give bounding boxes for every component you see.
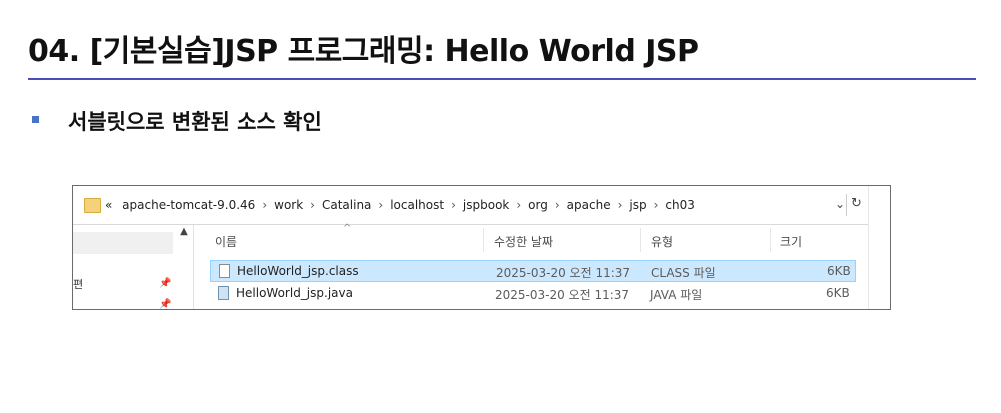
bullet-icon	[32, 116, 39, 123]
breadcrumb-separator-icon[interactable]: ›	[548, 198, 567, 212]
column-header-modified[interactable]: 수정한 날짜	[494, 233, 553, 250]
title-rule	[28, 78, 976, 80]
pin-icon[interactable]: 📌	[159, 278, 171, 289]
navigation-pane: 편 📌 📌	[73, 225, 173, 309]
breadcrumb-separator-icon[interactable]: ›	[647, 198, 666, 212]
file-row[interactable]: HelloWorld_jsp.java 2025-03-20 오전 11:37 …	[210, 283, 856, 305]
address-path[interactable]: « apache-tomcat-9.0.46 › work › Catalina › loc…	[105, 198, 695, 212]
breadcrumb-jsp[interactable]: jsp	[629, 198, 646, 212]
file-size: 6KB	[826, 286, 850, 300]
overflow-chevron-icon[interactable]: «	[105, 198, 112, 212]
scroll-up-icon[interactable]: ▲	[177, 225, 191, 239]
breadcrumb-catalina[interactable]: Catalina	[322, 198, 371, 212]
breadcrumb-ch03[interactable]: ch03	[665, 198, 694, 212]
file-name: HelloWorld_jsp.java	[236, 286, 353, 300]
breadcrumb-org[interactable]: org	[528, 198, 548, 212]
breadcrumb-work[interactable]: work	[274, 198, 303, 212]
breadcrumb-apache-tomcat[interactable]: apache-tomcat-9.0.46	[122, 198, 255, 212]
folder-icon	[84, 198, 101, 213]
address-divider	[846, 194, 847, 216]
file-icon	[219, 264, 230, 278]
breadcrumb-separator-icon[interactable]: ›	[611, 198, 630, 212]
breadcrumb-apache[interactable]: apache	[567, 198, 611, 212]
refresh-icon[interactable]: ↻	[851, 196, 862, 211]
breadcrumb-separator-icon[interactable]: ›	[371, 198, 390, 212]
column-header-name[interactable]: 이름	[215, 233, 237, 250]
nav-item-highlight[interactable]	[73, 232, 173, 254]
column-separator[interactable]	[770, 228, 771, 252]
slide-subtitle: 서블릿으로 변환된 소스 확인	[68, 110, 322, 134]
breadcrumb-separator-icon[interactable]: ›	[444, 198, 463, 212]
column-separator[interactable]	[640, 228, 641, 252]
sort-ascending-icon: ^	[343, 223, 352, 234]
file-type: JAVA 파일	[650, 288, 703, 302]
breadcrumb-separator-icon[interactable]: ›	[303, 198, 322, 212]
window-edge	[868, 186, 869, 309]
file-type: CLASS 파일	[651, 266, 716, 280]
file-explorer-window: « apache-tomcat-9.0.46 › work › Catalina › loc…	[72, 185, 891, 310]
java-file-icon	[218, 286, 229, 300]
nav-item-partial-label[interactable]: 편	[73, 276, 83, 292]
address-dropdown-icon[interactable]: ⌄	[835, 197, 845, 211]
slide-title: 04. [기본실습]JSP 프로그래밍: Hello World JSP	[28, 34, 699, 69]
file-name: HelloWorld_jsp.class	[237, 264, 359, 278]
file-modified: 2025-03-20 오전 11:37	[495, 288, 630, 302]
column-header-type[interactable]: 유형	[651, 233, 673, 250]
breadcrumb-localhost[interactable]: localhost	[390, 198, 444, 212]
address-bar[interactable]: « apache-tomcat-9.0.46 › work › Catalina › loc…	[73, 186, 868, 225]
file-row[interactable]: HelloWorld_jsp.class 2025-03-20 오전 11:37…	[210, 260, 856, 282]
breadcrumb-jspbook[interactable]: jspbook	[463, 198, 509, 212]
pin-icon[interactable]: 📌	[159, 299, 171, 309]
breadcrumb-separator-icon[interactable]: ›	[255, 198, 274, 212]
column-separator[interactable]	[483, 228, 484, 252]
file-modified: 2025-03-20 오전 11:37	[496, 266, 631, 280]
breadcrumb-separator-icon[interactable]: ›	[509, 198, 528, 212]
pane-divider[interactable]	[193, 225, 194, 309]
file-size: 6KB	[827, 264, 851, 278]
column-header-size[interactable]: 크기	[780, 233, 802, 250]
